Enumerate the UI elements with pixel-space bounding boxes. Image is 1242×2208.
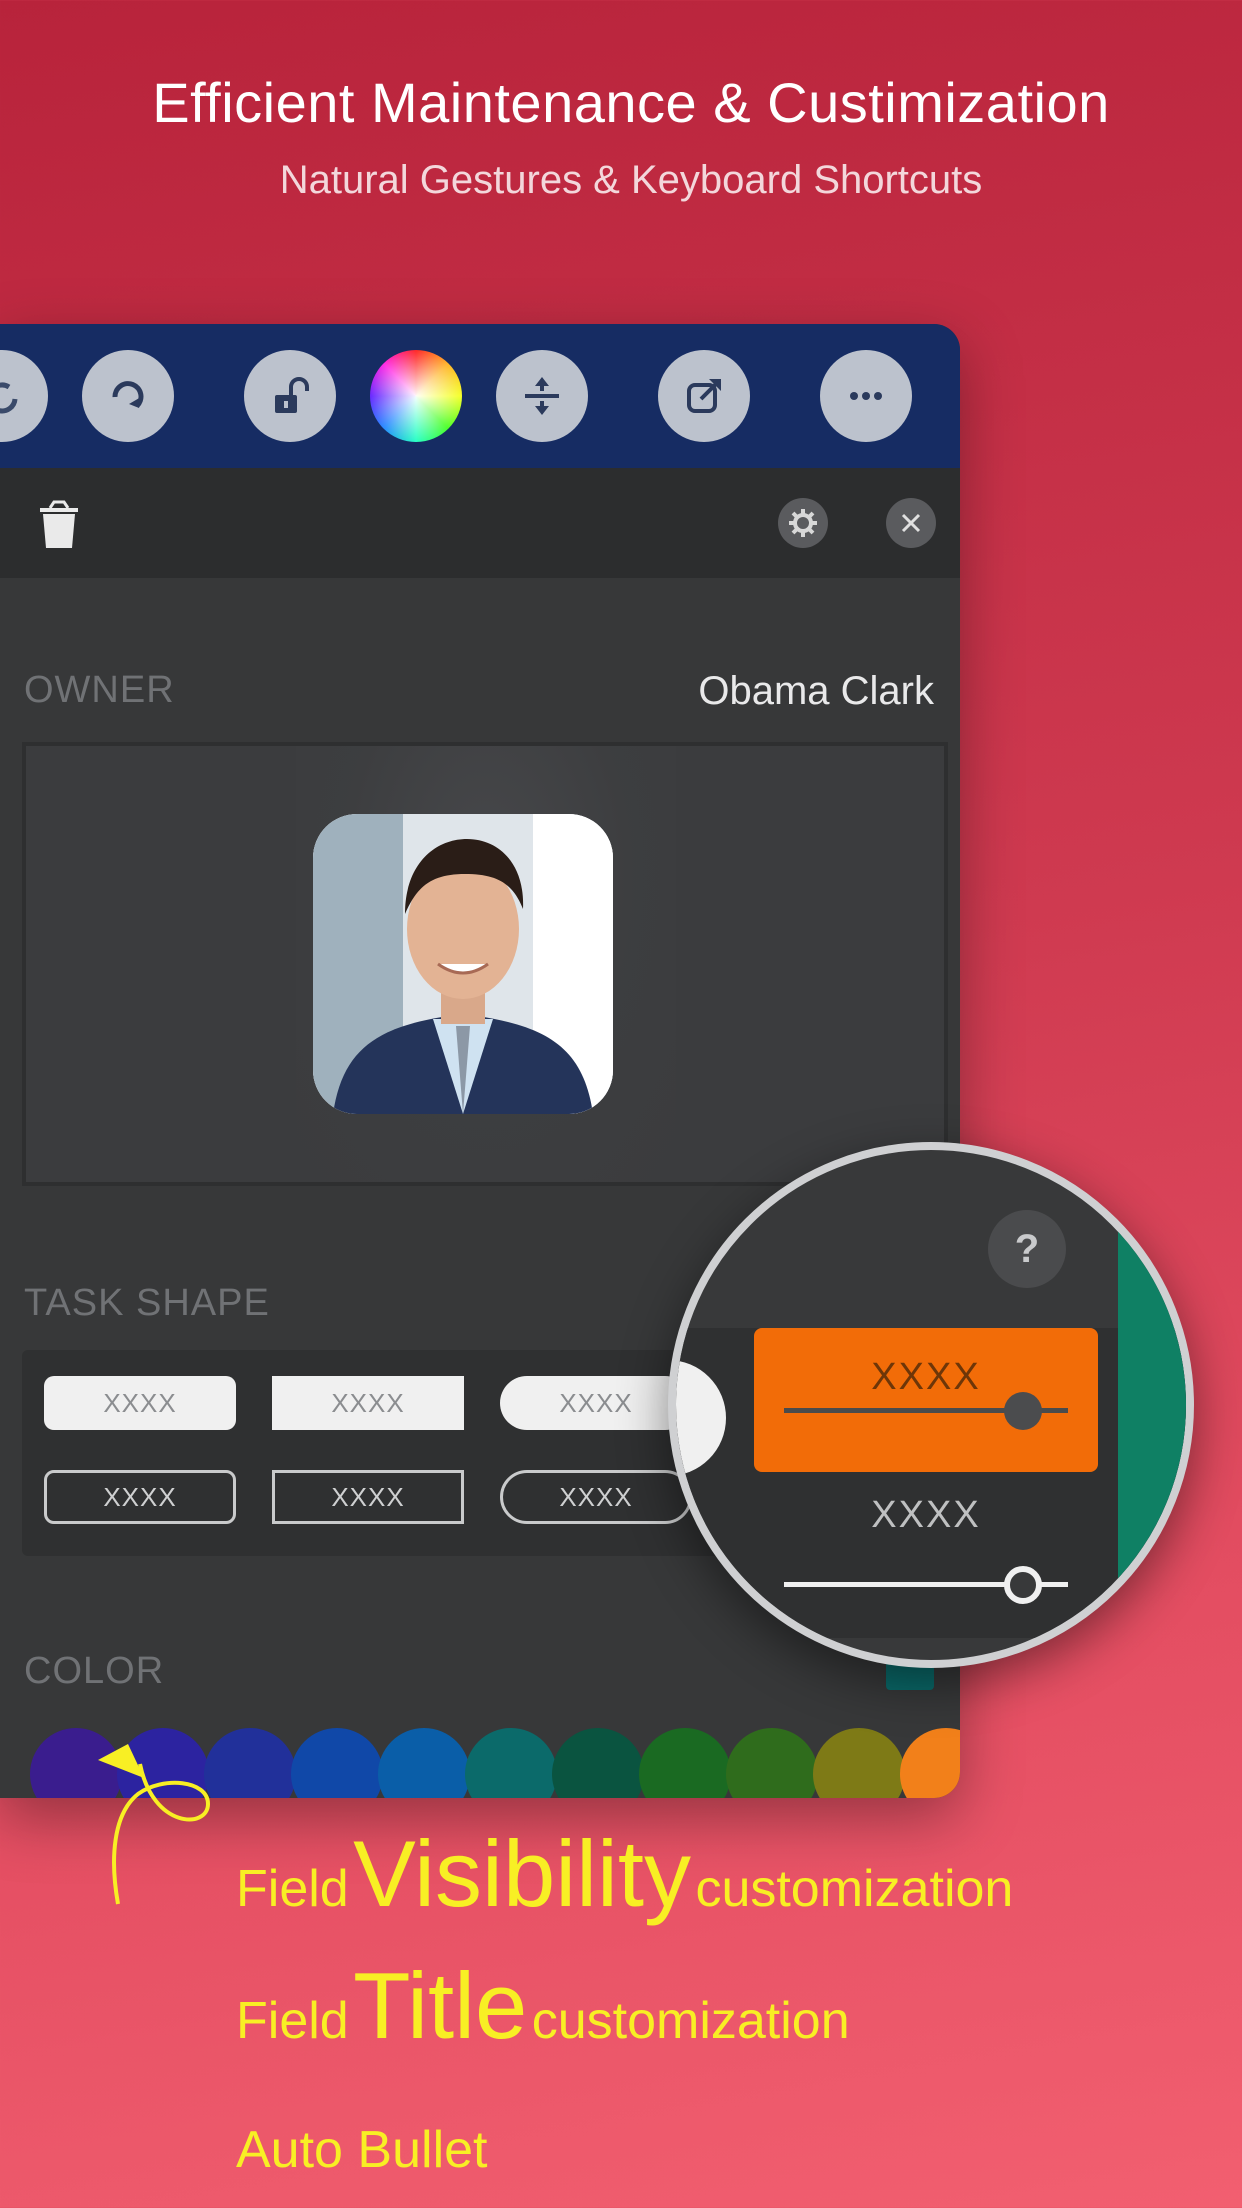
magnifier-callout: ? XXXX XXXX: [668, 1142, 1194, 1668]
unlock-icon: [275, 377, 309, 413]
promo-line2-post: customization: [531, 1992, 850, 2050]
expand-vertical-icon: [525, 377, 559, 415]
close-button[interactable]: [886, 498, 936, 548]
panel-header: [0, 468, 960, 578]
promo-line-auto-bullet: Auto Bullet: [236, 2121, 488, 2179]
toolbar: [0, 324, 960, 468]
undo-button[interactable]: [0, 350, 48, 442]
promo-line-title: Field Title customization: [236, 1952, 850, 2060]
close-icon: [901, 513, 921, 533]
gear-icon: [789, 509, 817, 537]
settings-button[interactable]: [778, 498, 828, 548]
color-swatch[interactable]: [552, 1728, 644, 1798]
lock-button[interactable]: [244, 350, 336, 442]
promo-line2-pre: Field: [236, 1992, 349, 2050]
headline: Efficient Maintenance & Custimization: [152, 71, 1110, 134]
shape-rounded-outline[interactable]: XXXX: [44, 1470, 236, 1524]
curved-arrow-icon: [98, 1744, 211, 1905]
owner-label: OWNER: [24, 669, 175, 711]
promo-line-visibility: Field Visibility customization: [236, 1820, 1013, 1928]
task-shape-label: TASK SHAPE: [24, 1282, 270, 1324]
share-icon: [687, 379, 721, 413]
promo-line1-pre: Field: [236, 1860, 349, 1918]
more-icon: [850, 392, 882, 400]
subheadline: Natural Gestures & Keyboard Shortcuts: [279, 158, 983, 202]
expand-button[interactable]: [496, 350, 588, 442]
color-swatch[interactable]: [465, 1728, 557, 1798]
help-button[interactable]: ?: [988, 1210, 1066, 1288]
shape-square-filled[interactable]: XXXX: [272, 1376, 464, 1430]
slider-option-selected[interactable]: XXXX: [754, 1328, 1098, 1472]
color-swatch[interactable]: [639, 1728, 731, 1798]
color-swatch[interactable]: [378, 1728, 470, 1798]
shape-square-outline[interactable]: XXXX: [272, 1470, 464, 1524]
color-swatch[interactable]: [813, 1728, 905, 1798]
promo-line1-big: Visibility: [353, 1821, 691, 1926]
slider-2-label: XXXX: [871, 1494, 981, 1536]
slider-2-knob[interactable]: [1003, 1566, 1042, 1604]
shape-pill-outline[interactable]: XXXX: [500, 1470, 692, 1524]
redo-button[interactable]: [82, 350, 174, 442]
promo-line2-big: Title: [353, 1953, 528, 2058]
person-photo: [313, 814, 613, 1114]
slider-1-label: XXXX: [871, 1356, 981, 1398]
shape-pill-filled[interactable]: XXXX: [500, 1376, 692, 1430]
color-swatch[interactable]: [726, 1728, 818, 1798]
share-button[interactable]: [658, 350, 750, 442]
magnified-green-edge: [1118, 1150, 1186, 1660]
slider-1-knob[interactable]: [1003, 1392, 1042, 1430]
color-swatch[interactable]: [900, 1728, 960, 1798]
color-wheel-button[interactable]: [370, 350, 462, 442]
promo-line1-post: customization: [695, 1860, 1014, 1918]
trash-icon[interactable]: [34, 498, 84, 552]
owner-value[interactable]: Obama Clark: [698, 669, 934, 714]
shape-rounded-filled[interactable]: XXXX: [44, 1376, 236, 1430]
more-button[interactable]: [820, 350, 912, 442]
undo-icon: [0, 382, 18, 414]
avatar[interactable]: [313, 814, 613, 1114]
redo-icon: [112, 381, 144, 408]
color-swatch[interactable]: [291, 1728, 383, 1798]
color-label: COLOR: [24, 1650, 165, 1692]
